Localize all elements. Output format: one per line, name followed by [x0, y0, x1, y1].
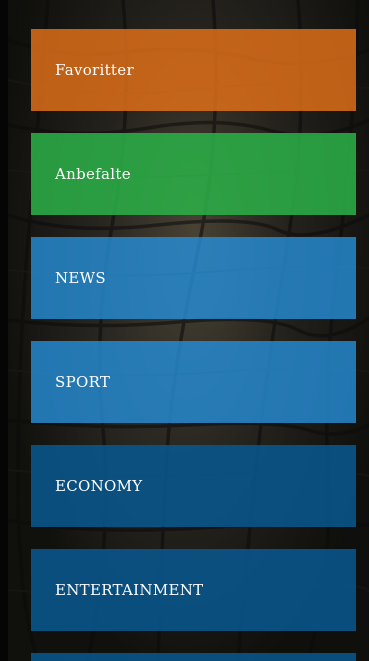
- menu-item-label: ENTERTAINMENT: [55, 581, 204, 599]
- screen-edge: [0, 0, 8, 661]
- menu-item-label: Favoritter: [55, 61, 134, 79]
- menu-item-label: Anbefalte: [55, 165, 131, 183]
- menu-item-favoritter[interactable]: Favoritter: [31, 29, 356, 111]
- menu-item-entertainment[interactable]: ENTERTAINMENT: [31, 549, 356, 631]
- app-screen: Favoritter Anbefalte NEWS SPORT ECONOMY …: [8, 0, 369, 661]
- menu-item-news[interactable]: NEWS: [31, 237, 356, 319]
- category-menu: Favoritter Anbefalte NEWS SPORT ECONOMY …: [31, 29, 356, 661]
- menu-item-next-partial[interactable]: [31, 653, 356, 661]
- menu-item-sport[interactable]: SPORT: [31, 341, 356, 423]
- menu-item-label: ECONOMY: [55, 477, 143, 495]
- menu-item-economy[interactable]: ECONOMY: [31, 445, 356, 527]
- menu-item-label: SPORT: [55, 373, 111, 391]
- menu-item-anbefalte[interactable]: Anbefalte: [31, 133, 356, 215]
- menu-item-label: NEWS: [55, 269, 106, 287]
